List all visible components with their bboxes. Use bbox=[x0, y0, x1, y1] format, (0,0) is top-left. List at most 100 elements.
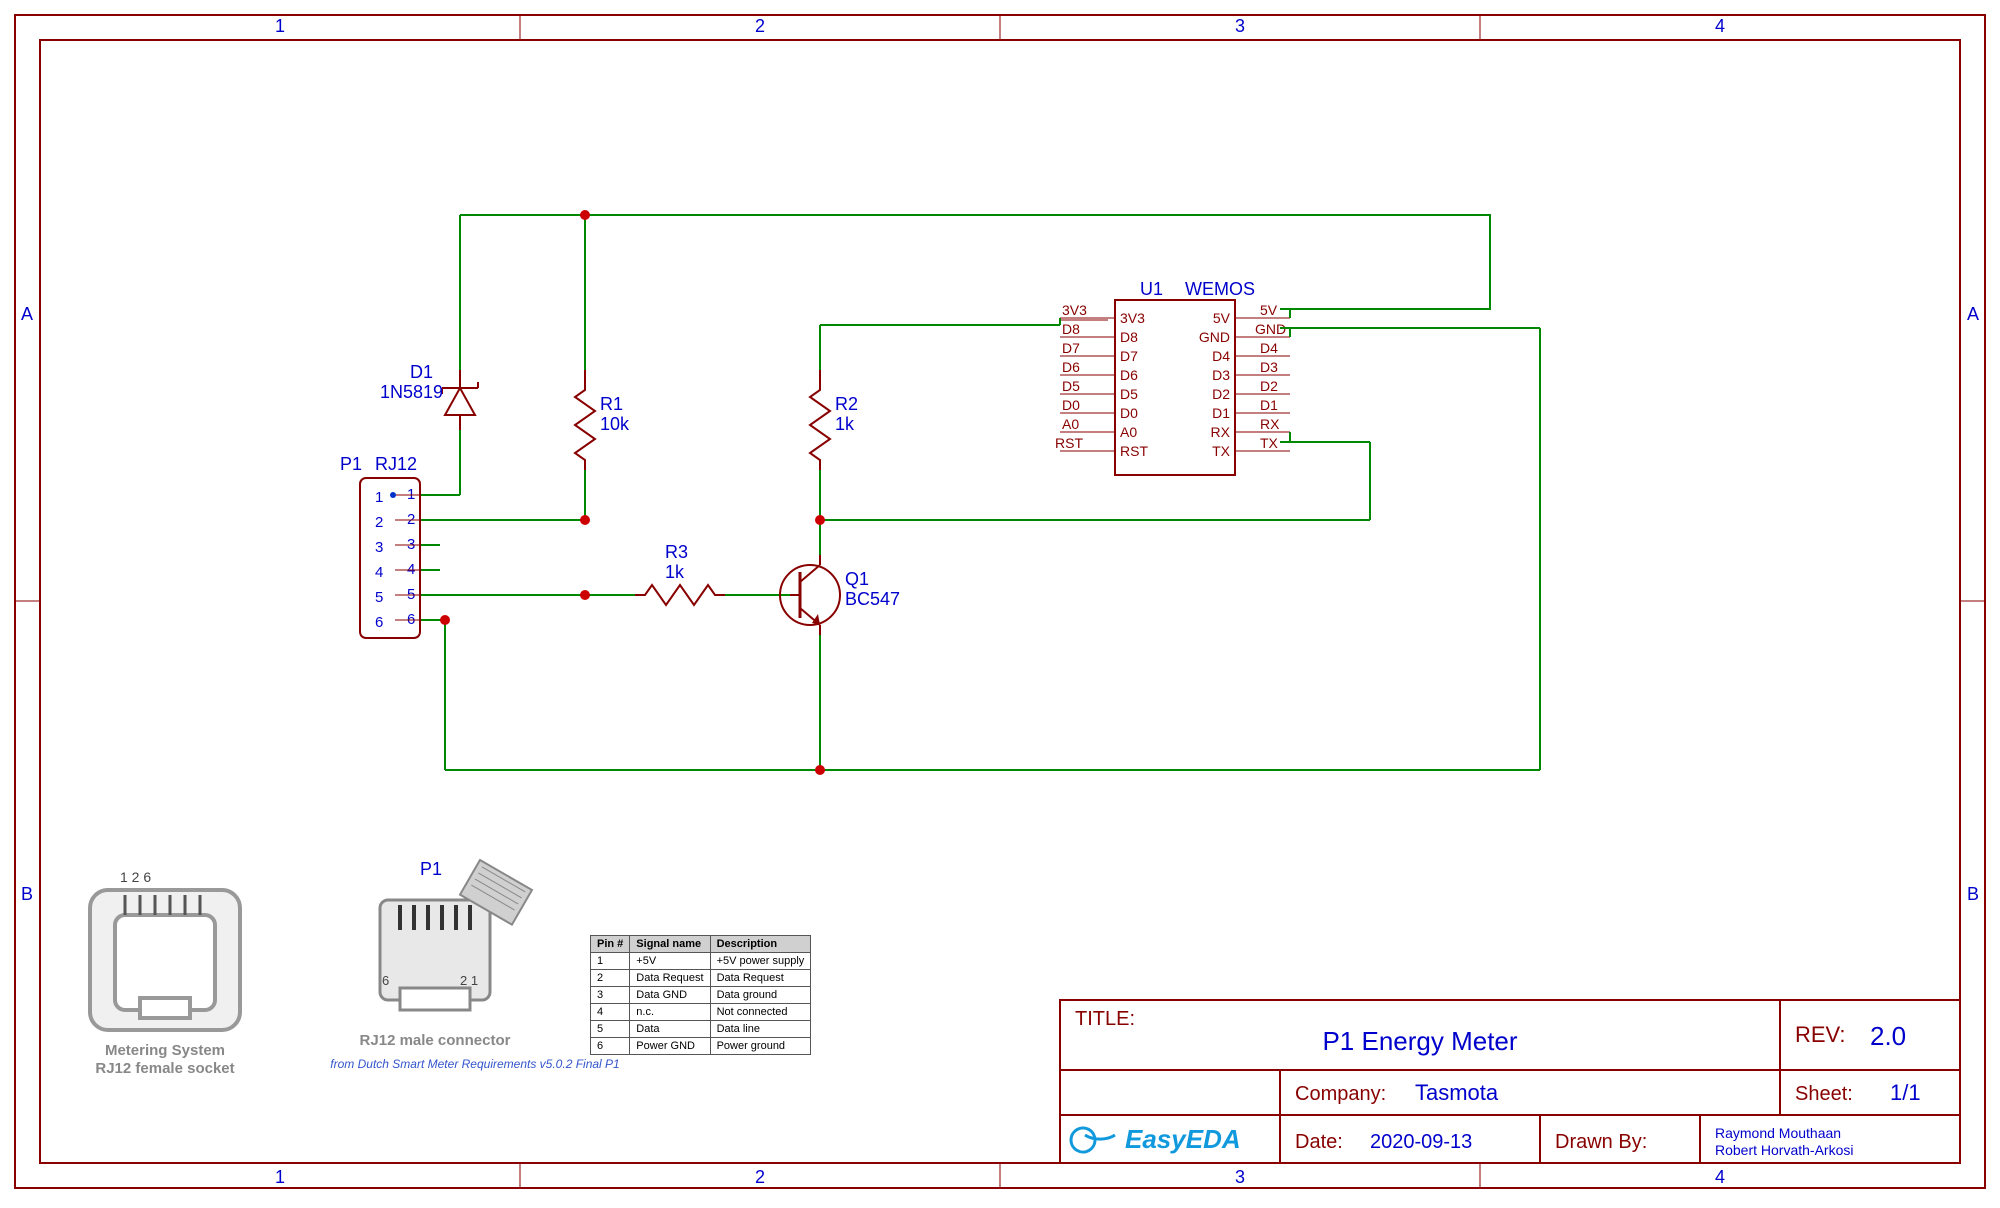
th-pin: Pin # bbox=[591, 936, 630, 953]
U1-ref: U1 bbox=[1140, 279, 1163, 299]
U1-ri4: D2 bbox=[1212, 386, 1230, 402]
frame-col-2b: 2 bbox=[755, 1167, 765, 1187]
R3-ref: R3 bbox=[665, 542, 688, 562]
U1-ri1: GND bbox=[1199, 329, 1230, 345]
U1-li4: D5 bbox=[1120, 386, 1138, 402]
U1-ri5: D1 bbox=[1212, 405, 1230, 421]
sheet-value: 1/1 bbox=[1890, 1080, 1921, 1105]
U1-lo3: D6 bbox=[1062, 359, 1080, 375]
junctions bbox=[440, 210, 825, 775]
table-row: 5DataData line bbox=[591, 1021, 811, 1038]
Q1-value: BC547 bbox=[845, 589, 900, 609]
U1-li0: 3V3 bbox=[1120, 310, 1145, 326]
frame-row-Bl: B bbox=[21, 884, 33, 904]
P1-pin3-l: 3 bbox=[375, 539, 383, 556]
U1-lo2: D7 bbox=[1062, 340, 1080, 356]
socket-pins: 1 2 6 bbox=[120, 869, 151, 885]
rj12-socket-illustration: 1 2 6 Metering System RJ12 female socket bbox=[90, 869, 240, 1077]
P1-ref: P1 bbox=[340, 454, 362, 474]
drawn1: Raymond Mouthaan bbox=[1715, 1125, 1841, 1141]
R2-ref: R2 bbox=[835, 394, 858, 414]
drawing-frame: 1 2 3 4 1 2 3 4 A B A B bbox=[15, 15, 1985, 1188]
component-U1: U1 WEMOS 3V3 3V3 D8 D8 D7 D7 D6 D6 bbox=[1055, 279, 1290, 475]
P1-pin5-l: 5 bbox=[375, 589, 383, 606]
table-row: 4n.c.Not connected bbox=[591, 1004, 811, 1021]
sheet-label: Sheet: bbox=[1795, 1083, 1853, 1105]
th-desc: Description bbox=[710, 936, 811, 953]
U1-lo5: D0 bbox=[1062, 397, 1080, 413]
U1-li6: A0 bbox=[1120, 424, 1137, 440]
easyeda-logo: EasyEDA bbox=[1071, 1124, 1241, 1154]
logo-text: EasyEDA bbox=[1125, 1124, 1241, 1154]
U1-li5: D0 bbox=[1120, 405, 1138, 421]
P1-pin2-l: 2 bbox=[375, 514, 383, 531]
U1-ri0: 5V bbox=[1213, 310, 1231, 326]
frame-col-1b: 1 bbox=[275, 1167, 285, 1187]
U1-lo0: 3V3 bbox=[1062, 302, 1087, 318]
D1-value: 1N5819 bbox=[380, 382, 443, 402]
component-D1: D1 1N5819 bbox=[380, 362, 478, 430]
rev-value: 2.0 bbox=[1870, 1021, 1906, 1051]
plug-ref: P1 bbox=[420, 859, 442, 879]
frame-col-3b: 3 bbox=[1235, 1167, 1245, 1187]
U1-li7: RST bbox=[1120, 443, 1148, 459]
U1-ri3: D3 bbox=[1212, 367, 1230, 383]
table-row: 2Data RequestData Request bbox=[591, 970, 811, 987]
pin-table-header: Pin # Signal name Description bbox=[591, 936, 811, 953]
th-signal: Signal name bbox=[630, 936, 710, 953]
frame-col-2t: 2 bbox=[755, 16, 765, 36]
P1-value: RJ12 bbox=[375, 454, 417, 474]
U1-lo4: D5 bbox=[1062, 378, 1080, 394]
table-row: 1+5V+5V power supply bbox=[591, 953, 811, 970]
P1-pin4-l: 4 bbox=[375, 564, 383, 581]
plug-label: RJ12 male connector bbox=[360, 1032, 511, 1049]
frame-col-4t: 4 bbox=[1715, 16, 1725, 36]
frame-row-Ar: A bbox=[1967, 304, 1979, 324]
U1-ro3: D3 bbox=[1260, 359, 1278, 375]
U1-lo6: A0 bbox=[1062, 416, 1079, 432]
frame-col-4b: 4 bbox=[1715, 1167, 1725, 1187]
U1-ro4: D2 bbox=[1260, 378, 1278, 394]
frame-row-Br: B bbox=[1967, 884, 1979, 904]
P1-pin1-l: 1 bbox=[375, 489, 383, 506]
rev-label: REV: bbox=[1795, 1022, 1846, 1047]
pin-table-container: Pin # Signal name Description 1+5V+5V po… bbox=[590, 935, 920, 1105]
P1-pin6-l: 6 bbox=[375, 614, 383, 631]
title-block: TITLE: P1 Energy Meter REV: 2.0 Company:… bbox=[1060, 1000, 1960, 1163]
U1-lo7: RST bbox=[1055, 435, 1083, 451]
table-row: 6Power GNDPower ground bbox=[591, 1038, 811, 1055]
R1-ref: R1 bbox=[600, 394, 623, 414]
R1-value: 10k bbox=[600, 414, 630, 434]
U1-ro2: D4 bbox=[1260, 340, 1278, 356]
U1-ri7: TX bbox=[1212, 443, 1231, 459]
company-value: Tasmota bbox=[1415, 1080, 1499, 1105]
wires bbox=[420, 215, 1540, 770]
socket-label2: RJ12 female socket bbox=[95, 1060, 234, 1077]
U1-li3: D6 bbox=[1120, 367, 1138, 383]
company-label: Company: bbox=[1295, 1083, 1386, 1105]
plug-pin6: 6 bbox=[382, 973, 389, 988]
component-Q1: Q1 BC547 bbox=[780, 555, 900, 635]
U1-ro0: 5V bbox=[1260, 302, 1278, 318]
U1-lo1: D8 bbox=[1062, 321, 1080, 337]
U1-ro5: D1 bbox=[1260, 397, 1278, 413]
component-P1: P1 RJ12 1 1 2 2 3 3 4 4 5 5 6 6 bbox=[340, 454, 420, 638]
U1-ro7: TX bbox=[1260, 435, 1279, 451]
drawn2: Robert Horvath-Arkosi bbox=[1715, 1142, 1854, 1158]
U1-ri2: D4 bbox=[1212, 348, 1230, 364]
title-value: P1 Energy Meter bbox=[1322, 1026, 1517, 1056]
drawn-label: Drawn By: bbox=[1555, 1131, 1647, 1153]
pin-table: Pin # Signal name Description 1+5V+5V po… bbox=[590, 935, 811, 1055]
socket-label1: Metering System bbox=[105, 1042, 225, 1059]
component-R3: R3 1k bbox=[635, 542, 725, 605]
schematic-canvas: 1 2 3 4 1 2 3 4 A B A B bbox=[0, 0, 2000, 1203]
R3-value: 1k bbox=[665, 562, 685, 582]
date-value: 2020-09-13 bbox=[1370, 1131, 1472, 1153]
U1-li2: D7 bbox=[1120, 348, 1138, 364]
frame-col-3t: 3 bbox=[1235, 16, 1245, 36]
table-row: 3Data GNDData ground bbox=[591, 987, 811, 1004]
date-label: Date: bbox=[1295, 1131, 1343, 1153]
U1-ri6: RX bbox=[1211, 424, 1231, 440]
frame-row-Al: A bbox=[21, 304, 33, 324]
source-note: from Dutch Smart Meter Requirements v5.0… bbox=[330, 1057, 619, 1071]
